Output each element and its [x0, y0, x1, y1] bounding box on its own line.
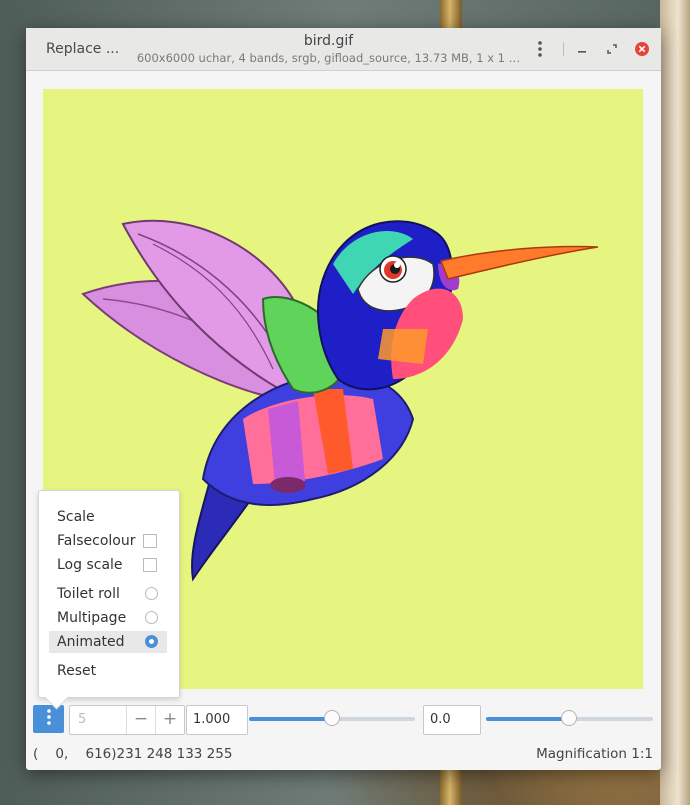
log-scale-checkbox[interactable]: [143, 558, 157, 572]
offset-field[interactable]: 0.0: [423, 705, 481, 735]
vertical-dots-icon: [46, 709, 51, 729]
view-options-popover: Scale Falsecolour Log scale Toilet roll …: [38, 490, 180, 698]
painting-edge: [660, 0, 690, 805]
menu-item-label: Multipage: [57, 610, 127, 626]
minimize-icon[interactable]: [572, 39, 592, 59]
multipage-radio[interactable]: [145, 611, 158, 624]
menu-item-label: Falsecolour: [57, 533, 136, 549]
menu-item-label: Toilet roll: [57, 586, 120, 602]
menu-item-toilet-roll[interactable]: Toilet roll: [49, 583, 167, 605]
menu-item-animated[interactable]: Animated: [49, 631, 167, 653]
offset-slider[interactable]: [486, 710, 653, 726]
menu-item-label: Log scale: [57, 557, 123, 573]
page-spinner: 5 − +: [69, 705, 185, 735]
menu-item-label: Animated: [57, 634, 125, 650]
scale-slider-fill: [249, 717, 332, 721]
page-decrement-button[interactable]: −: [127, 706, 156, 734]
title-bar: Replace ... bird.gif 600x6000 uchar, 4 b…: [26, 28, 661, 71]
window-title: bird.gif: [303, 33, 354, 49]
view-menu-button[interactable]: [33, 705, 64, 733]
toilet-roll-radio[interactable]: [145, 587, 158, 600]
bottom-toolbar: 5 − + 1.000 0.0: [26, 703, 661, 743]
menu-item-scale[interactable]: Scale: [49, 506, 167, 528]
falsecolour-checkbox[interactable]: [143, 534, 157, 548]
status-bar: ( 0, 616)231 248 133 255 Magnification 1…: [26, 743, 661, 767]
offset-slider-knob[interactable]: [561, 710, 577, 726]
kebab-menu-icon[interactable]: [530, 39, 550, 59]
magnification-label: Magnification 1:1: [536, 746, 653, 762]
window-subtitle: 600x6000 uchar, 4 bands, srgb, gifload_s…: [136, 51, 521, 65]
scale-field[interactable]: 1.000: [186, 705, 248, 735]
restore-icon[interactable]: [602, 39, 622, 59]
menu-item-reset[interactable]: Reset: [49, 660, 167, 682]
animated-radio[interactable]: [145, 635, 158, 648]
titlebar-separator: [563, 42, 564, 56]
menu-item-log-scale[interactable]: Log scale: [49, 554, 167, 576]
offset-slider-fill: [486, 717, 569, 721]
scale-slider-knob[interactable]: [324, 710, 340, 726]
title-area: bird.gif 600x6000 uchar, 4 bands, srgb, …: [136, 32, 521, 66]
close-icon[interactable]: [632, 39, 652, 59]
pixel-readout: ( 0, 616)231 248 133 255: [33, 746, 233, 762]
scale-slider[interactable]: [249, 710, 415, 726]
menu-item-falsecolour[interactable]: Falsecolour: [49, 530, 167, 552]
menu-item-multipage[interactable]: Multipage: [49, 607, 167, 629]
page-field[interactable]: 5: [70, 706, 127, 734]
replace-button[interactable]: Replace ...: [36, 35, 129, 63]
page-increment-button[interactable]: +: [156, 706, 184, 734]
